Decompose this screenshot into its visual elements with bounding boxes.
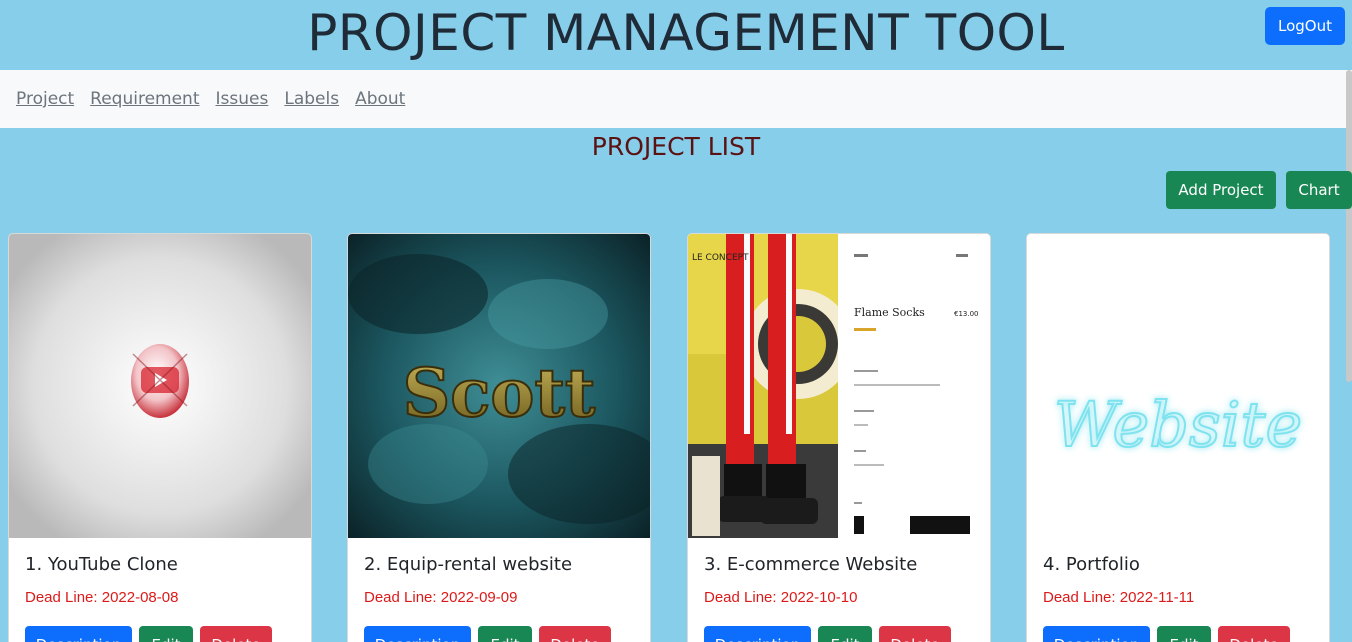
- socks-price-text: €13.00: [954, 310, 979, 318]
- description-button[interactable]: Description: [364, 626, 471, 642]
- project-title: 4. Portfolio: [1043, 554, 1140, 575]
- description-button[interactable]: Description: [25, 626, 132, 642]
- edit-button[interactable]: Edit: [818, 626, 872, 642]
- description-button[interactable]: Description: [1043, 626, 1150, 642]
- description-button[interactable]: Description: [704, 626, 811, 642]
- nav-link-requirement[interactable]: Requirement: [90, 89, 199, 109]
- edit-button[interactable]: Edit: [1157, 626, 1211, 642]
- project-deadline: Dead Line: 2022-10-10: [704, 589, 858, 606]
- project-deadline: Dead Line: 2022-08-08: [25, 589, 179, 606]
- app-title: PROJECT MANAGEMENT TOOL: [307, 4, 1065, 62]
- scott-logo-text: Scott: [403, 354, 596, 432]
- project-card: Website 4. Portfolio Dead Line: 2022-11-…: [1026, 233, 1330, 642]
- edit-button[interactable]: Edit: [139, 626, 193, 642]
- delete-button[interactable]: Delete: [1218, 626, 1290, 642]
- nav-link-project[interactable]: Project: [16, 89, 74, 109]
- delete-button[interactable]: Delete: [539, 626, 611, 642]
- project-card: LE CONCEPT Flame Socks €13.00 3. E-comme…: [687, 233, 991, 642]
- socks-product-screenshot: LE CONCEPT Flame Socks €13.00: [688, 234, 990, 538]
- page-heading: PROJECT LIST: [591, 132, 761, 161]
- project-card: 1. YouTube Clone Dead Line: 2022-08-08 D…: [8, 233, 312, 642]
- nav-link-labels[interactable]: Labels: [284, 89, 339, 109]
- delete-button[interactable]: Delete: [200, 626, 272, 642]
- logout-button[interactable]: LogOut: [1265, 7, 1345, 45]
- delete-button[interactable]: Delete: [879, 626, 951, 642]
- neon-website-text: Website: [1054, 388, 1302, 461]
- chart-button[interactable]: Chart: [1286, 171, 1352, 209]
- nav-link-issues[interactable]: Issues: [216, 89, 269, 109]
- youtube-logo-image: [9, 234, 311, 538]
- project-title: 2. Equip-rental website: [364, 554, 573, 575]
- nav-link-about[interactable]: About: [355, 89, 405, 109]
- socks-brand-text: LE CONCEPT: [692, 253, 749, 263]
- project-deadline: Dead Line: 2022-11-11: [1043, 589, 1195, 606]
- add-project-button[interactable]: Add Project: [1166, 171, 1276, 209]
- header: PROJECT MANAGEMENT TOOL: [0, 0, 1352, 70]
- socks-product-name: Flame Socks: [854, 306, 925, 319]
- project-title: 1. YouTube Clone: [25, 554, 178, 575]
- scott-logo-image: Scott: [348, 234, 650, 538]
- scrollbar[interactable]: [1346, 70, 1352, 382]
- project-card: Scott 2. Equip-rental website Dead Line:…: [347, 233, 651, 642]
- project-deadline: Dead Line: 2022-09-09: [364, 589, 518, 606]
- neon-website-image: Website: [1027, 234, 1329, 538]
- project-title: 3. E-commerce Website: [704, 554, 918, 575]
- edit-button[interactable]: Edit: [478, 626, 532, 642]
- nav-bar: Project Requirement Issues Labels About: [0, 70, 1352, 128]
